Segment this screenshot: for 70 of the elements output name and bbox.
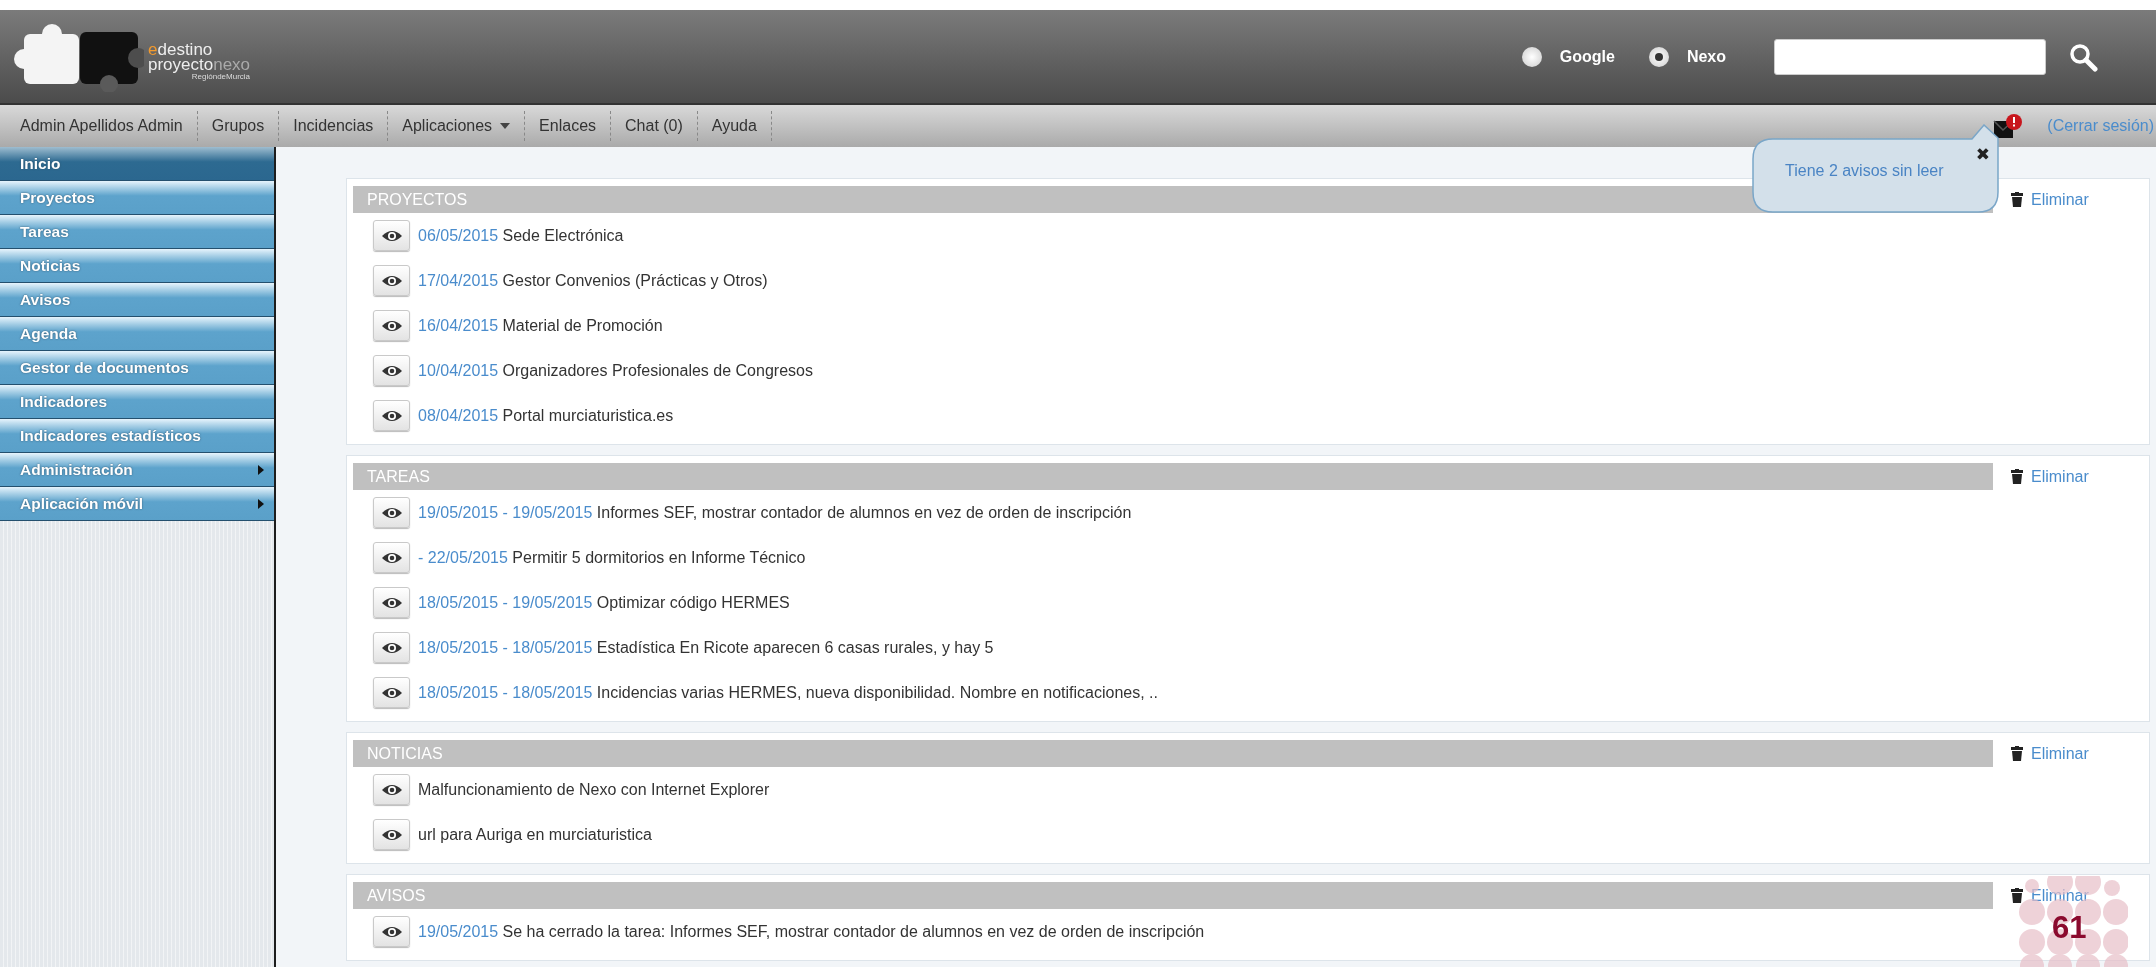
eye-icon bbox=[380, 318, 403, 333]
item-link[interactable]: 18/05/2015 - 19/05/2015 Optimizar código HERMES bbox=[418, 593, 790, 612]
item-link[interactable]: 16/04/2015 Material de Promoción bbox=[418, 316, 663, 335]
trash-icon bbox=[2011, 192, 2023, 207]
eye-icon bbox=[380, 782, 403, 797]
mail-alert-icon[interactable] bbox=[1993, 113, 2024, 139]
slide-number: 61 bbox=[2052, 910, 2087, 946]
delete-link[interactable]: Eliminar bbox=[2011, 886, 2089, 905]
nav-link[interactable]: Ayuda bbox=[697, 111, 772, 141]
view-button[interactable] bbox=[373, 632, 410, 663]
nav-link[interactable]: Grupos bbox=[197, 111, 280, 141]
radio-button[interactable] bbox=[1648, 46, 1669, 67]
view-button[interactable] bbox=[373, 497, 410, 528]
item-link[interactable]: Malfuncionamiento de Nexo con Internet Explorer bbox=[418, 780, 770, 799]
puzzle-logo-icon bbox=[14, 21, 144, 92]
view-button[interactable] bbox=[373, 916, 410, 947]
view-button[interactable] bbox=[373, 220, 410, 251]
view-button[interactable] bbox=[373, 542, 410, 573]
view-button[interactable] bbox=[373, 819, 410, 850]
radio-label: Google bbox=[1559, 47, 1615, 66]
eye-icon bbox=[380, 228, 403, 243]
eye-icon bbox=[380, 595, 403, 610]
trash-icon bbox=[2011, 888, 2023, 903]
eye-icon bbox=[380, 640, 403, 655]
item-link[interactable]: - 22/05/2015 Permitir 5 dormitorios en Informe Técnico bbox=[418, 548, 806, 567]
item-link[interactable]: url para Auriga en murciaturistica bbox=[418, 825, 652, 844]
search-field[interactable] bbox=[1774, 38, 2046, 75]
sidebar-item[interactable]: Inicio bbox=[0, 147, 274, 181]
view-button[interactable] bbox=[373, 355, 410, 386]
eye-icon bbox=[380, 827, 403, 842]
notice-message: Tiene 2 avisos sin leer bbox=[1785, 162, 1944, 180]
view-button[interactable] bbox=[373, 265, 410, 296]
trash-icon bbox=[2011, 746, 2023, 761]
section-header: AVISOS bbox=[353, 882, 1993, 909]
radio-button[interactable] bbox=[1521, 46, 1542, 67]
eye-icon bbox=[380, 505, 403, 520]
section-header: NOTICIAS bbox=[353, 740, 1993, 767]
section-header: TAREAS bbox=[353, 463, 1993, 490]
search-icon[interactable] bbox=[2068, 41, 2098, 72]
logo-text: edestino proyectonexo RegióndeMurcia bbox=[148, 42, 251, 81]
close-button[interactable]: ✖ bbox=[1975, 144, 1990, 164]
trash-icon bbox=[2011, 469, 2023, 484]
nav-link[interactable]: Chat (0) bbox=[611, 111, 698, 141]
eye-icon bbox=[380, 550, 403, 565]
item-link[interactable]: 08/04/2015 Portal murciaturistica.es bbox=[418, 406, 674, 425]
item-link[interactable]: 06/05/2015 Sede Electrónica bbox=[418, 226, 624, 245]
item-link[interactable]: 18/05/2015 - 18/05/2015 Estadística En Ricote aparecen 6 casas rurales, y hay 5 bbox=[418, 638, 994, 657]
delete-link[interactable]: Eliminar bbox=[2011, 190, 2089, 209]
item-link[interactable]: 18/05/2015 - 18/05/2015 Incidencias varias HERMES, nueva disponibilidad. Nombre en notificaciones, .. bbox=[418, 683, 1158, 702]
delete-link[interactable]: Eliminar bbox=[2011, 744, 2089, 763]
eye-icon bbox=[380, 273, 403, 288]
eye-icon bbox=[380, 408, 403, 423]
view-button[interactable] bbox=[373, 677, 410, 708]
nav-link[interactable]: Admin Apellidos Admin bbox=[6, 111, 198, 141]
view-button[interactable] bbox=[373, 310, 410, 341]
item-link[interactable]: 19/05/2015 - 19/05/2015 Informes SEF, mostrar contador de alumnos en vez de orden de inscripción bbox=[418, 503, 1132, 522]
view-button[interactable] bbox=[373, 774, 410, 805]
view-button[interactable] bbox=[373, 400, 410, 431]
view-button[interactable] bbox=[373, 587, 410, 618]
eye-icon bbox=[380, 685, 403, 700]
eye-icon bbox=[380, 363, 403, 378]
nav-link[interactable]: Aplicaciones bbox=[388, 111, 526, 141]
nav-link[interactable]: Enlaces bbox=[525, 111, 612, 141]
item-link[interactable]: 17/04/2015 Gestor Convenios (Prácticas y Otros) bbox=[418, 271, 768, 290]
delete-link[interactable]: Eliminar bbox=[2011, 467, 2089, 486]
nav-link[interactable]: Incidencias bbox=[279, 111, 389, 141]
item-link[interactable]: 10/04/2015 Organizadores Profesionales de Congresos bbox=[418, 361, 813, 380]
eye-icon bbox=[380, 924, 403, 939]
radio-label: Nexo bbox=[1686, 47, 1726, 66]
item-link[interactable]: 19/05/2015 Se ha cerrado la tarea: Informes SEF, mostrar contador de alumnos en vez de orden de inscripción bbox=[418, 922, 1205, 941]
